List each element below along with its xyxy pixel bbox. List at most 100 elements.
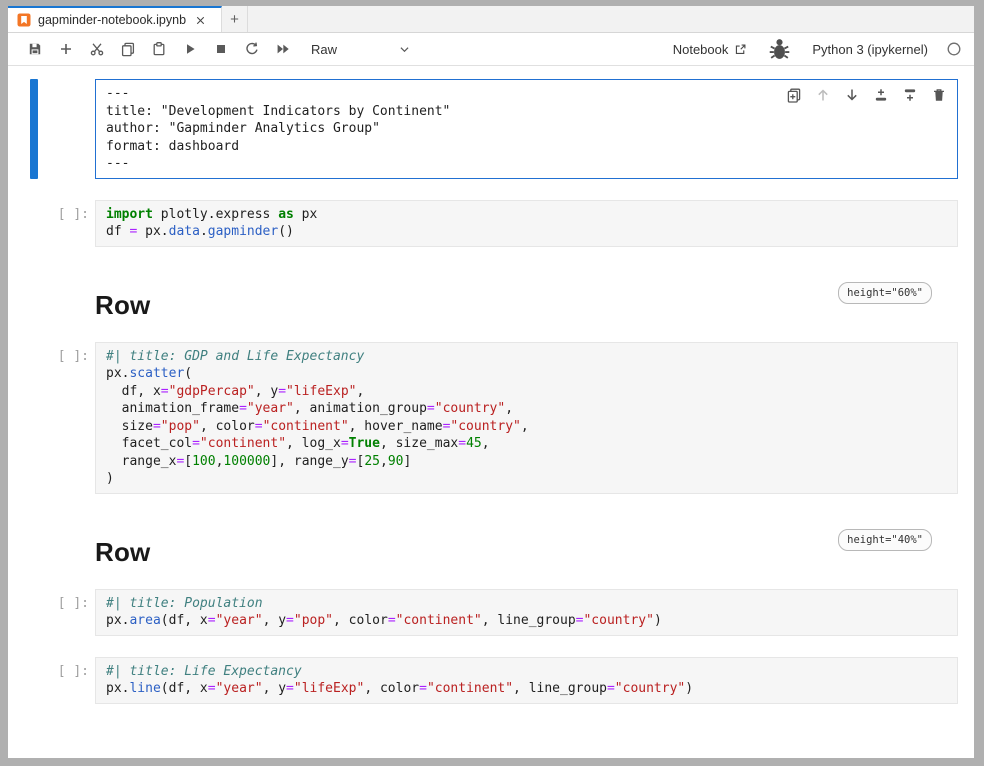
move-down-icon: [844, 87, 860, 103]
markdown-cell[interactable]: Row height="60%": [30, 280, 958, 321]
duplicate-cell-button[interactable]: [786, 87, 802, 103]
stop-button[interactable]: [206, 37, 235, 61]
code-token: import: [106, 207, 153, 222]
code-token: , hover_name: [349, 419, 443, 434]
code-token: , size_max: [380, 436, 458, 451]
copy-button[interactable]: [113, 37, 142, 61]
cell-collapser[interactable]: [30, 342, 38, 494]
debugger-icon[interactable]: [765, 37, 794, 61]
code-token: "continent": [200, 436, 286, 451]
celltype-value: Raw: [311, 42, 337, 57]
code-token: line: [129, 681, 160, 696]
cell-prompt: [ ]:: [38, 657, 95, 704]
cut-icon: [89, 41, 105, 57]
kernel-name[interactable]: Python 3 (ipykernel): [812, 42, 928, 57]
cell-collapser[interactable]: [30, 200, 38, 247]
code-token: =: [255, 419, 263, 434]
code-token: #| title: GDP and Life Expectancy: [106, 349, 364, 364]
code-token: , animation_group: [294, 401, 427, 416]
code-token: title: "Development Indicators by Contin…: [106, 104, 450, 119]
code-token: ], range_y: [270, 454, 348, 469]
code-token: size: [106, 419, 153, 434]
cell-editor[interactable]: #| title: Populationpx.area(df, x="year"…: [95, 589, 958, 636]
paste-button[interactable]: [144, 37, 173, 61]
code-line: import plotly.express as px: [106, 206, 947, 224]
close-tab-icon[interactable]: [194, 14, 207, 27]
delete-cell-button[interactable]: [931, 87, 947, 103]
code-token: ,: [521, 419, 529, 434]
cell-prompt: [ ]:: [38, 589, 95, 636]
code-token: format: dashboard: [106, 139, 239, 154]
code-token: plotly.express: [153, 207, 278, 222]
code-token: =: [341, 436, 349, 451]
notebook-link-label: Notebook: [673, 42, 729, 57]
code-token: , color: [364, 681, 419, 696]
cell-collapser[interactable]: [30, 657, 38, 704]
code-token: (): [278, 224, 294, 239]
move-up-button[interactable]: [815, 87, 831, 103]
cell-collapser[interactable]: [30, 589, 38, 636]
save-button[interactable]: [20, 37, 49, 61]
code-token: , color: [200, 419, 255, 434]
notebook[interactable]: ---title: "Development Indicators by Con…: [8, 66, 974, 758]
code-token: =: [208, 613, 216, 628]
code-token: , y: [263, 613, 286, 628]
cell-editor[interactable]: #| title: Life Expectancypx.line(df, x="…: [95, 657, 958, 704]
restart-button[interactable]: [237, 37, 266, 61]
tab-title: gapminder-notebook.ipynb: [38, 13, 186, 27]
notebook-file-icon: [16, 12, 32, 28]
code-line: #| title: GDP and Life Expectancy: [106, 348, 947, 366]
code-token: df, x: [106, 384, 161, 399]
code-token: "gdpPercap": [169, 384, 255, 399]
code-token: =: [286, 681, 294, 696]
code-line: df = px.data.gapminder(): [106, 223, 947, 241]
code-token: =: [239, 401, 247, 416]
code-line: author: "Gapminder Analytics Group": [106, 120, 947, 138]
code-token: px.: [106, 681, 129, 696]
code-token: #| title: Population: [106, 596, 263, 611]
celltype-select[interactable]: Raw: [311, 42, 411, 57]
move-up-icon: [815, 87, 831, 103]
code-token: facet_col: [106, 436, 192, 451]
code-token: df: [106, 224, 129, 239]
cell-toolbar: [786, 87, 947, 103]
code-token: 100: [192, 454, 215, 469]
markdown-cell[interactable]: Row height="40%": [30, 527, 958, 568]
insert-below-button[interactable]: [902, 87, 918, 103]
cell-editor[interactable]: ---title: "Development Indicators by Con…: [95, 79, 958, 179]
code-token: ): [685, 681, 693, 696]
code-line: df, x="gdpPercap", y="lifeExp",: [106, 383, 947, 401]
move-down-button[interactable]: [844, 87, 860, 103]
code-token: "continent": [263, 419, 349, 434]
tab-gapminder-notebook[interactable]: gapminder-notebook.ipynb: [8, 6, 222, 32]
add-button[interactable]: [51, 37, 80, 61]
code-token: , y: [263, 681, 286, 696]
insert-above-button[interactable]: [873, 87, 889, 103]
kernel-status-icon[interactable]: [946, 41, 962, 57]
code-token: as: [278, 207, 294, 222]
copy-icon: [120, 41, 136, 57]
cut-button[interactable]: [82, 37, 111, 61]
open-in-notebook-link[interactable]: Notebook: [673, 42, 748, 57]
code-token: ): [654, 613, 662, 628]
code-token: =: [208, 681, 216, 696]
notebook-cell: ---title: "Development Indicators by Con…: [30, 79, 958, 179]
code-token: ): [106, 471, 114, 486]
code-line: px.area(df, x="year", y="pop", color="co…: [106, 612, 947, 630]
cell-collapser[interactable]: [30, 79, 38, 179]
cell-editor[interactable]: import plotly.express as pxdf = px.data.…: [95, 200, 958, 247]
code-token: author: "Gapminder Analytics Group": [106, 121, 380, 136]
new-tab-button[interactable]: +: [222, 6, 248, 32]
code-line: title: "Development Indicators by Contin…: [106, 103, 947, 121]
run-all-button[interactable]: [268, 37, 297, 61]
code-token: , line_group: [482, 613, 576, 628]
code-token: ,: [380, 454, 388, 469]
run-button[interactable]: [175, 37, 204, 61]
code-token: (df, x: [161, 681, 208, 696]
delete-cell-icon: [931, 87, 947, 103]
code-token: , color: [333, 613, 388, 628]
code-token: px: [294, 207, 317, 222]
cell-editor[interactable]: #| title: GDP and Life Expectancypx.scat…: [95, 342, 958, 494]
code-token: =: [161, 384, 169, 399]
code-token: [: [184, 454, 192, 469]
